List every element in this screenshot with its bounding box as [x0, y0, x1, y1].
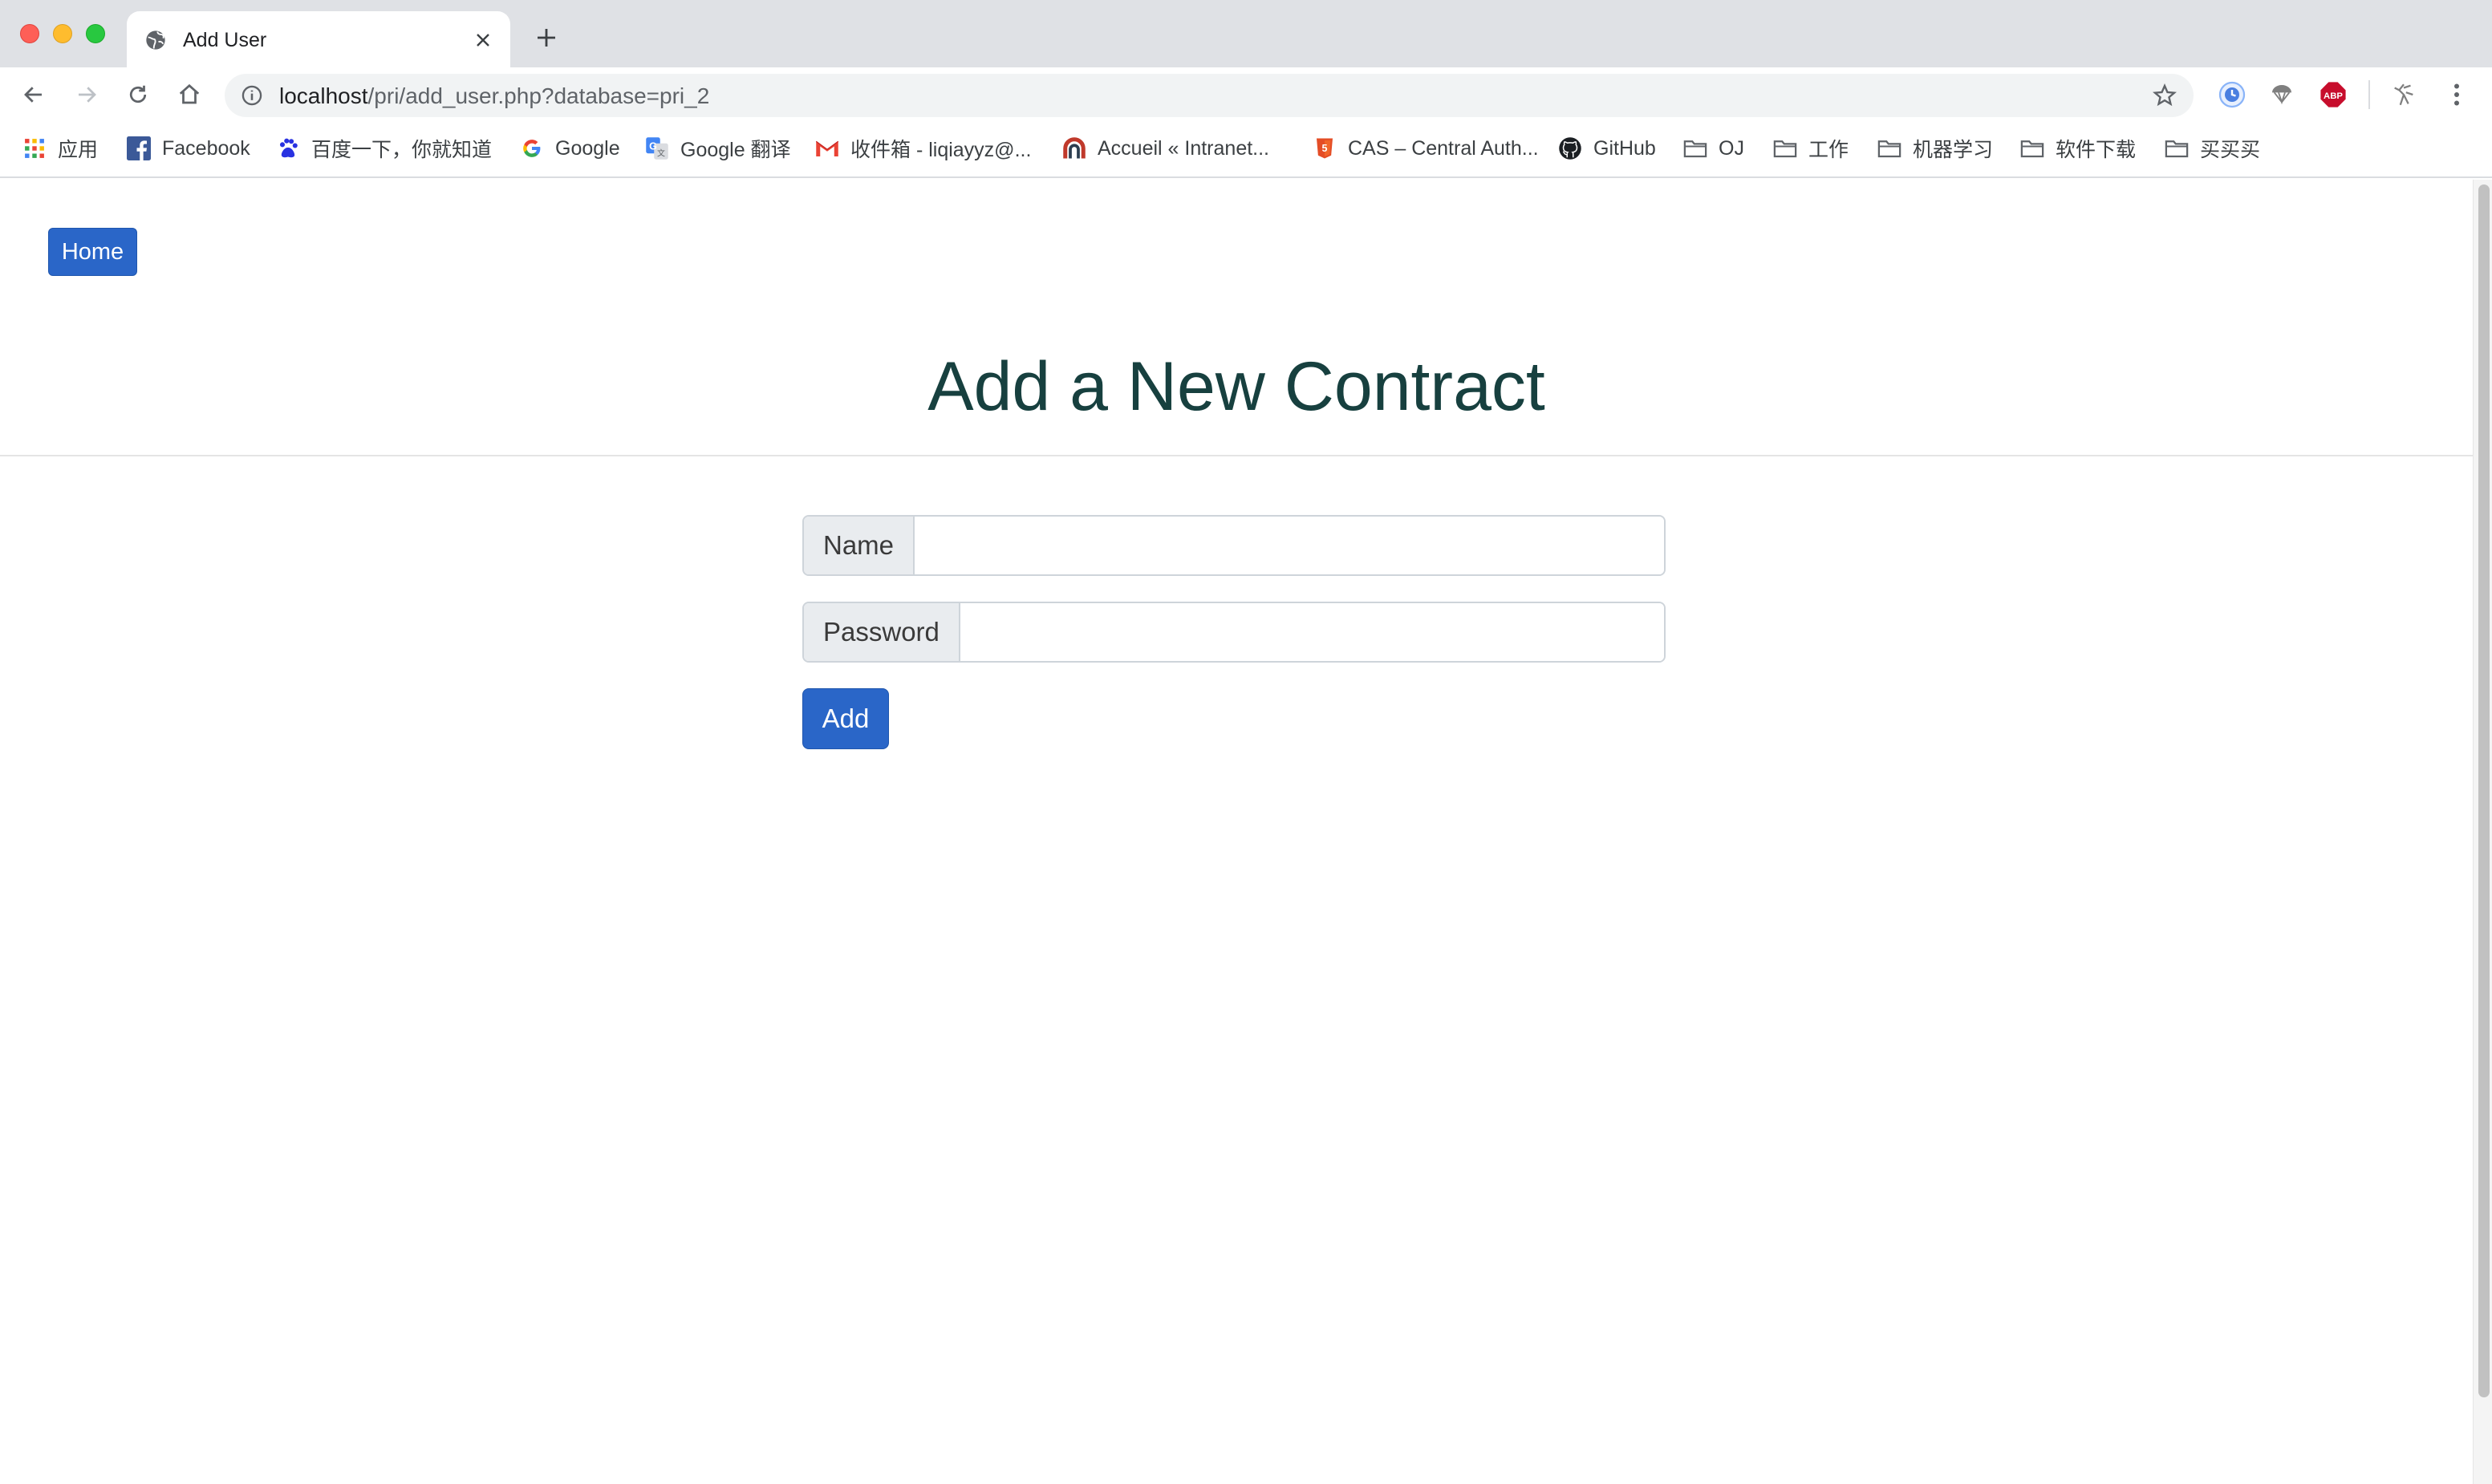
google-g-icon	[520, 136, 544, 160]
toolbar-separator	[2368, 80, 2370, 109]
bookmark-folder-ml[interactable]: 机器学习	[1877, 133, 1993, 164]
url-text: localhost/pri/add_user.php?database=pri_…	[279, 83, 709, 109]
bookmark-label: Google	[555, 136, 620, 160]
bookmark-label: Facebook	[162, 136, 250, 160]
bookmark-label: CAS – Central Auth...	[1348, 136, 1539, 160]
bookmark-label: 百度一下，你就知道	[311, 139, 493, 161]
svg-text:G: G	[649, 140, 657, 152]
bookmark-label: 买买买	[2200, 139, 2261, 161]
bookmark-github[interactable]: GitHub	[1558, 133, 1656, 164]
bookmark-label: 软件下载	[2056, 139, 2137, 161]
forward-arrow-icon[interactable]	[72, 80, 101, 109]
extension-clock-icon[interactable]	[2216, 79, 2248, 111]
google-translate-icon: G文	[645, 136, 669, 160]
close-tab-icon[interactable]	[470, 27, 496, 53]
bookmark-folder-work[interactable]: 工作	[1773, 133, 1849, 164]
bookmark-label: OJ	[1719, 136, 1744, 160]
folder-icon	[1683, 136, 1707, 160]
github-icon	[1558, 136, 1582, 160]
bookmark-folder-shopping[interactable]: 买买买	[2165, 133, 2260, 164]
folder-icon	[1877, 136, 1901, 160]
name-input-group: Name	[802, 515, 1666, 576]
baidu-paw-icon	[276, 136, 300, 160]
home-icon[interactable]	[175, 80, 204, 109]
bookmark-label: 应用	[58, 139, 99, 161]
back-arrow-icon[interactable]	[19, 80, 48, 109]
globe-icon	[144, 29, 167, 51]
scrollbar-thumb[interactable]	[2478, 184, 2490, 1397]
svg-text:5: 5	[1322, 143, 1328, 154]
url-path: /pri/add_user.php?database=pri_2	[367, 83, 710, 108]
bookmark-folder-oj[interactable]: OJ	[1683, 133, 1744, 164]
adblock-plus-icon[interactable]: ABP	[2317, 79, 2349, 111]
tab-strip: Add User	[0, 0, 2492, 67]
gmail-icon	[815, 136, 839, 160]
cas-shield-icon: 5	[1313, 136, 1337, 160]
password-input[interactable]	[960, 603, 1664, 661]
extension-parachute-icon[interactable]	[2266, 79, 2298, 111]
site-info-icon[interactable]	[241, 84, 263, 107]
bookmark-label: 机器学习	[1913, 139, 1994, 161]
add-button[interactable]: Add	[802, 688, 889, 749]
facebook-icon	[127, 136, 151, 160]
vertical-scrollbar[interactable]	[2473, 180, 2492, 1484]
minimize-window-button[interactable]	[53, 24, 72, 43]
maximize-window-button[interactable]	[86, 24, 105, 43]
name-label: Name	[804, 517, 915, 574]
browser-window: Add User localhost/pri/add_user.php?data…	[0, 0, 2492, 1484]
home-button[interactable]: Home	[48, 228, 137, 276]
bookmark-facebook[interactable]: Facebook	[127, 133, 250, 164]
bookmark-gmail[interactable]: 收件箱 - liqiayyz@...	[815, 133, 1031, 164]
extension-figure-icon[interactable]	[2388, 79, 2420, 111]
bookmark-label: GitHub	[1593, 136, 1656, 160]
active-tab[interactable]: Add User	[127, 11, 510, 67]
bookmark-apps[interactable]: 应用	[22, 133, 98, 164]
browser-menu-icon[interactable]	[2441, 79, 2473, 111]
bookmark-label: Accueil « Intranet...	[1098, 136, 1270, 160]
bookmark-folder-software[interactable]: 软件下载	[2020, 133, 2136, 164]
bookmark-intranet[interactable]: Accueil « Intranet...	[1062, 133, 1269, 164]
tab-title: Add User	[183, 29, 267, 51]
bookmarks-bar: 应用 Facebook 百度一下，你就知道 Google G文 Google 翻…	[0, 122, 2492, 178]
svg-text:文: 文	[657, 148, 665, 158]
bookmark-cas[interactable]: 5 CAS – Central Auth...	[1313, 133, 1539, 164]
divider	[0, 455, 2473, 456]
intranet-icon	[1062, 136, 1086, 160]
bookmark-label: 工作	[1808, 139, 1849, 161]
name-input[interactable]	[915, 517, 1664, 574]
reload-icon[interactable]	[124, 80, 152, 109]
apps-grid-icon	[22, 136, 47, 160]
bookmark-google[interactable]: Google	[520, 133, 620, 164]
folder-icon	[2020, 136, 2044, 160]
url-host: localhost	[279, 83, 368, 108]
password-label: Password	[804, 603, 960, 661]
browser-toolbar: localhost/pri/add_user.php?database=pri_…	[0, 67, 2492, 122]
folder-icon	[2165, 136, 2189, 160]
page-content: Home Add a New Contract Name Password Ad…	[0, 180, 2473, 1484]
svg-text:ABP: ABP	[2324, 91, 2343, 101]
bookmark-google-translate[interactable]: G文 Google 翻译	[645, 133, 791, 164]
bookmark-baidu[interactable]: 百度一下，你就知道	[276, 133, 492, 164]
close-window-button[interactable]	[20, 24, 39, 43]
new-tab-icon[interactable]	[533, 24, 560, 51]
bookmark-label: Google 翻译	[680, 139, 791, 161]
page-title: Add a New Contract	[927, 348, 1545, 425]
password-input-group: Password	[802, 602, 1666, 663]
bookmark-star-icon[interactable]	[2152, 83, 2177, 108]
address-bar[interactable]: localhost/pri/add_user.php?database=pri_…	[225, 74, 2194, 117]
folder-icon	[1773, 136, 1797, 160]
bookmark-label: 收件箱 - liqiayyz@...	[850, 139, 1032, 161]
